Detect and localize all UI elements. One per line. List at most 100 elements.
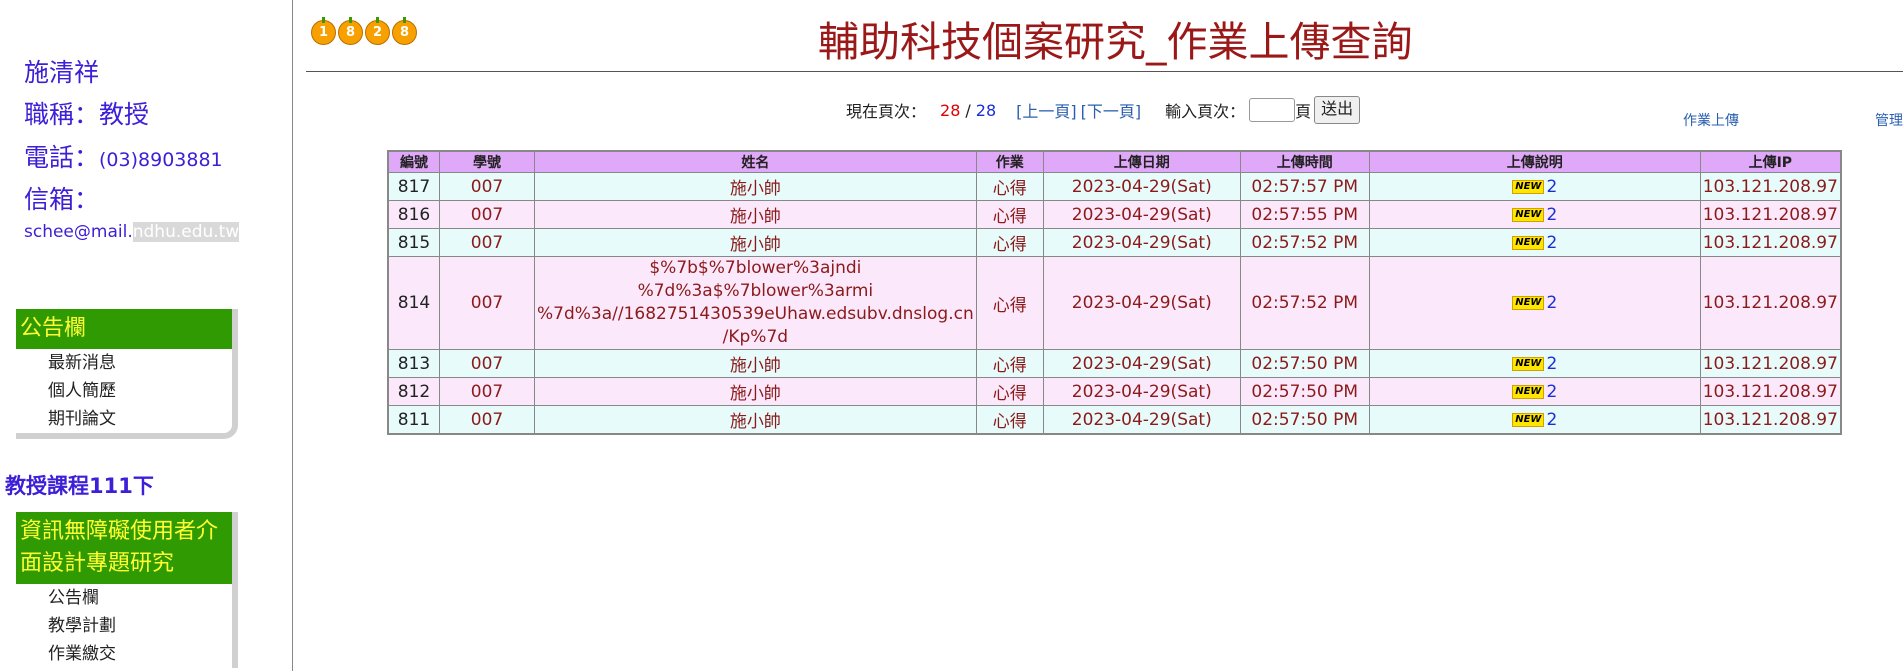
cell-name: 施小帥	[534, 228, 977, 257]
cell-work[interactable]: 心得	[975, 377, 1044, 406]
cell-desc: NEW 2	[1368, 349, 1701, 378]
submit-button[interactable]: 送出	[1314, 96, 1361, 124]
desc-link[interactable]: 2	[1546, 177, 1557, 197]
cell-desc: NEW 2	[1368, 200, 1701, 229]
title-divider	[306, 71, 1903, 72]
title-value: 教授	[99, 100, 150, 129]
pager-label: 現在頁次：	[846, 102, 927, 121]
cell-id: 815	[387, 228, 440, 257]
cell-work[interactable]: 心得	[975, 172, 1044, 201]
cell-work[interactable]: 心得	[975, 228, 1044, 257]
pager-separator: /	[965, 100, 971, 120]
col-header-id: 編號	[387, 150, 440, 173]
cell-date: 2023-04-29(Sat)	[1042, 256, 1241, 350]
cell-date: 2023-04-29(Sat)	[1042, 349, 1241, 378]
page-input-label: 輸入頁次：	[1165, 102, 1246, 121]
new-badge-icon: NEW	[1512, 207, 1545, 222]
col-header-name: 姓名	[534, 150, 977, 173]
cell-date: 2023-04-29(Sat)	[1042, 172, 1241, 201]
cell-work[interactable]: 心得	[975, 256, 1044, 350]
cell-desc: NEW 2	[1368, 377, 1701, 406]
courses-heading: 教授課程111下	[5, 474, 154, 498]
cell-work[interactable]: 心得	[975, 200, 1044, 229]
cell-time: 02:57:50 PM	[1239, 405, 1370, 435]
new-badge-icon: NEW	[1512, 412, 1545, 427]
name-line: $%7b$%7blower%3ajndi	[649, 258, 862, 278]
desc-link[interactable]: 2	[1546, 205, 1557, 225]
cell-ip: 103.121.208.97	[1699, 405, 1842, 435]
bulletin-box: 公告欄 最新消息 個人簡歷 期刊論文	[16, 309, 238, 439]
cell-student-id: 007	[439, 172, 535, 201]
upload-link[interactable]: 作業上傳	[1683, 110, 1739, 130]
new-badge-icon: NEW	[1512, 235, 1545, 250]
cell-id: 812	[387, 377, 440, 406]
email-user: schee@mail.	[24, 222, 133, 242]
cell-time: 02:57:57 PM	[1239, 172, 1370, 201]
cell-ip: 103.121.208.97	[1699, 228, 1842, 257]
sidebar-item-papers[interactable]: 期刊論文	[16, 405, 232, 433]
phone-value: (03)8903881	[99, 149, 223, 171]
table-row: 814 007 $%7b$%7blower%3ajndi %7d%3a$%7bl…	[387, 256, 1842, 350]
cell-desc: NEW 2	[1368, 256, 1701, 350]
course-header[interactable]: 資訊無障礙使用者介面設計專題研究	[16, 512, 232, 584]
cell-time: 02:57:50 PM	[1239, 377, 1370, 406]
cell-name: $%7b$%7blower%3ajndi %7d%3a$%7blower%3ar…	[534, 256, 977, 350]
cell-name: 施小帥	[534, 405, 977, 435]
bulletin-header: 公告欄	[16, 309, 232, 349]
orange-icon: 1	[311, 17, 336, 45]
cell-work[interactable]: 心得	[975, 405, 1044, 435]
orange-logo: 1 8 2 8	[311, 17, 419, 45]
name-line: %7d%3a//1682751430539eUhaw.edsubv.dnslog…	[537, 304, 974, 324]
sidebar-item-news[interactable]: 最新消息	[16, 349, 232, 377]
new-badge-icon: NEW	[1512, 384, 1545, 399]
course-box: 資訊無障礙使用者介面設計專題研究 公告欄 教學計劃 作業繳交	[16, 512, 238, 668]
cell-date: 2023-04-29(Sat)	[1042, 228, 1241, 257]
table-header-row: 編號 學號 姓名 作業 上傳日期 上傳時間 上傳說明 上傳IP	[387, 150, 1842, 173]
admin-link[interactable]: 管理	[1875, 110, 1903, 130]
email-link[interactable]: schee@mail.ndhu.edu.tw	[24, 222, 240, 242]
desc-link[interactable]: 2	[1546, 410, 1557, 430]
pager: 現在頁次： 28 / 28 [上一頁] [下一頁] 輸入頁次： 頁 送出	[846, 96, 1361, 124]
course-item-homework[interactable]: 作業繳交	[16, 640, 232, 668]
cell-desc: NEW 2	[1368, 405, 1701, 435]
orange-icon: 8	[338, 17, 363, 45]
title-row: 職稱：教授	[24, 95, 149, 131]
col-header-desc: 上傳說明	[1368, 150, 1701, 173]
cell-time: 02:57:55 PM	[1239, 200, 1370, 229]
orange-icon: 8	[392, 17, 417, 45]
cell-student-id: 007	[439, 377, 535, 406]
table-row: 816 007 施小帥 心得 2023-04-29(Sat) 02:57:55 …	[387, 200, 1842, 229]
table-row: 813 007 施小帥 心得 2023-04-29(Sat) 02:57:50 …	[387, 349, 1842, 378]
col-header-time: 上傳時間	[1239, 150, 1370, 173]
orange-icon: 2	[365, 17, 390, 45]
course-item-plan[interactable]: 教學計劃	[16, 612, 232, 640]
new-badge-icon: NEW	[1512, 356, 1545, 371]
prev-page-link[interactable]: [上一頁]	[1016, 98, 1077, 122]
next-page-link[interactable]: [下一頁]	[1081, 98, 1142, 122]
name-line: /Kp%7d	[722, 327, 789, 347]
desc-link[interactable]: 2	[1546, 233, 1557, 253]
course-item-bulletin[interactable]: 公告欄	[16, 584, 232, 612]
table-row: 817 007 施小帥 心得 2023-04-29(Sat) 02:57:57 …	[387, 172, 1842, 201]
cell-name: 施小帥	[534, 200, 977, 229]
cell-work[interactable]: 心得	[975, 349, 1044, 378]
cell-id: 814	[387, 256, 440, 350]
page-title: 輔助科技個案研究_作業上傳查詢	[818, 18, 1413, 66]
new-badge-icon: NEW	[1512, 296, 1545, 310]
cell-id: 817	[387, 172, 440, 201]
desc-link[interactable]: 2	[1546, 293, 1557, 313]
table-row: 815 007 施小帥 心得 2023-04-29(Sat) 02:57:52 …	[387, 228, 1842, 257]
cell-ip: 103.121.208.97	[1699, 256, 1842, 350]
sidebar: 施清祥 職稱：教授 電話：(03)8903881 信箱： schee@mail.…	[0, 0, 293, 671]
main-content: 1 8 2 8 輔助科技個案研究_作業上傳查詢 現在頁次： 28 / 28 [上…	[293, 0, 1903, 671]
cell-time: 02:57:50 PM	[1239, 349, 1370, 378]
cell-student-id: 007	[439, 256, 535, 350]
pager-total: 28	[975, 100, 997, 120]
cell-ip: 103.121.208.97	[1699, 349, 1842, 378]
professor-name: 施清祥	[24, 58, 100, 87]
desc-link[interactable]: 2	[1546, 354, 1557, 374]
sidebar-item-resume[interactable]: 個人簡歷	[16, 377, 232, 405]
desc-link[interactable]: 2	[1546, 382, 1557, 402]
page-number-input[interactable]	[1249, 98, 1296, 122]
cell-ip: 103.121.208.97	[1699, 200, 1842, 229]
